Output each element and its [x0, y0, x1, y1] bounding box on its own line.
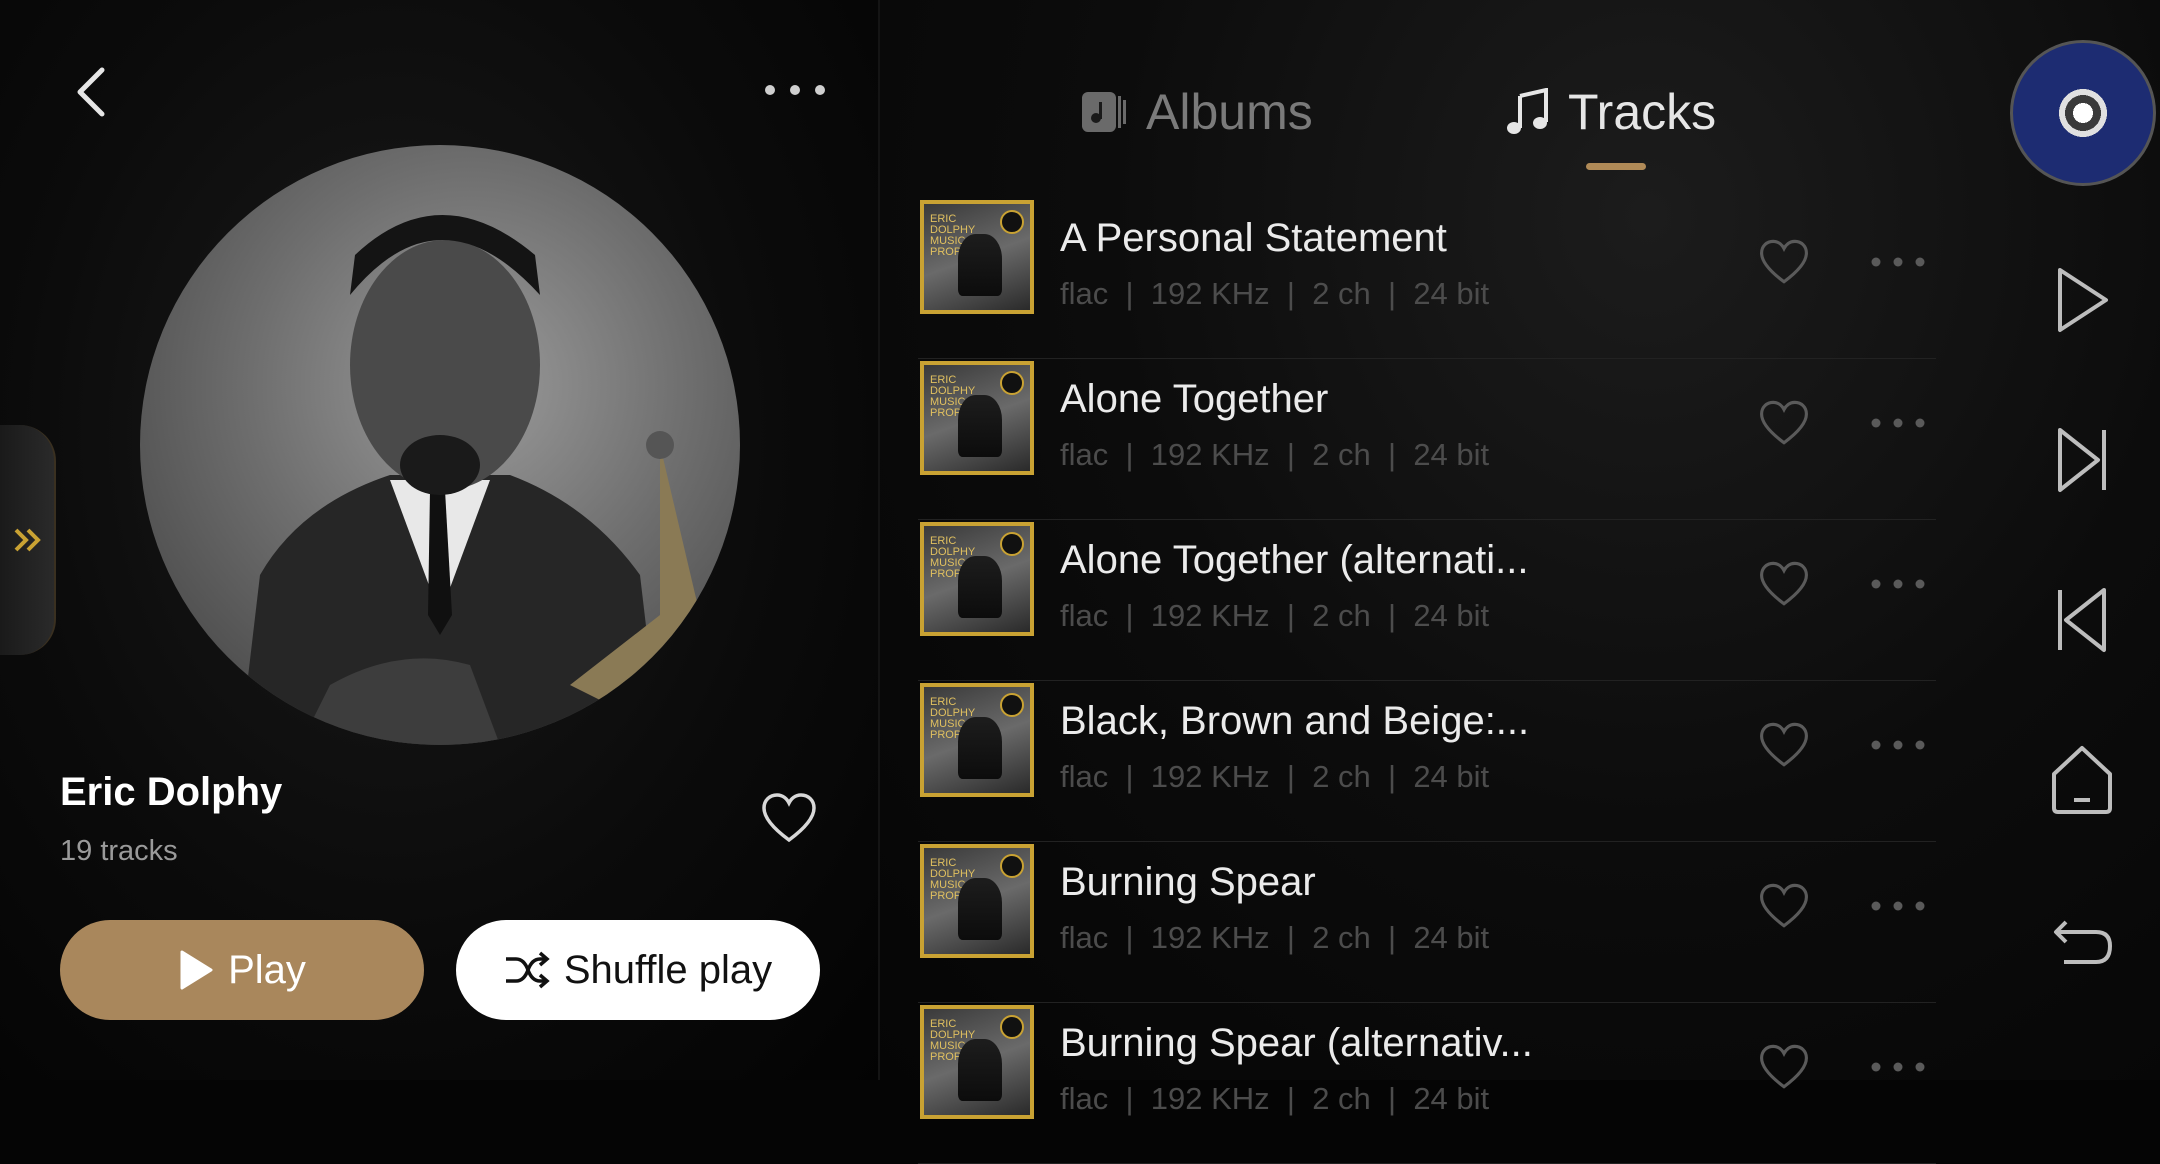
track-meta: flac | 192 KHz | 2 ch | 24 bit [1060, 1081, 1490, 1116]
album-cover-thumbnail: ERIC DOLPHY MUSICAL PROPHET [920, 522, 1034, 636]
more-dots-icon [765, 85, 825, 95]
favorite-track-button[interactable] [1758, 1043, 1810, 1091]
active-tab-indicator [1586, 163, 1646, 170]
track-meta: flac | 192 KHz | 2 ch | 24 bit [1060, 598, 1490, 633]
home-button[interactable] [2050, 740, 2114, 820]
back-button[interactable] [70, 62, 114, 122]
track-row[interactable]: ERIC DOLPHY MUSICAL PROPHET Alone Together … [918, 520, 1936, 681]
more-dots-icon [1871, 257, 1925, 267]
album-cover-thumbnail: ERIC DOLPHY MUSICAL PROPHET [920, 844, 1034, 958]
heart-icon [1760, 883, 1808, 928]
track-list: ERIC DOLPHY MUSICAL PROPHET A Personal Stat… [918, 198, 1936, 1164]
tab-tracks-label: Tracks [1568, 84, 1717, 140]
artist-name: Eric Dolphy [60, 770, 283, 814]
track-meta: flac | 192 KHz | 2 ch | 24 bit [1060, 920, 1490, 955]
previous-track-button[interactable] [2050, 580, 2114, 660]
tab-albums-label: Albums [1146, 84, 1313, 140]
track-meta: flac | 192 KHz | 2 ch | 24 bit [1060, 759, 1490, 794]
track-title: A Personal Statement [1060, 216, 1447, 260]
play-icon [180, 950, 213, 990]
more-options-button[interactable] [760, 70, 830, 110]
heart-icon [1760, 400, 1808, 445]
play-button-label: Play [228, 947, 306, 992]
track-meta: flac | 192 KHz | 2 ch | 24 bit [1060, 276, 1490, 311]
panel-divider [878, 0, 880, 1080]
track-more-button[interactable] [1868, 411, 1928, 435]
back-arrow-icon [77, 67, 105, 117]
now-playing-disc[interactable] [2010, 40, 2156, 186]
return-button[interactable] [2050, 900, 2114, 980]
favorite-track-button[interactable] [1758, 721, 1810, 769]
album-cover-thumbnail: ERIC DOLPHY MUSICAL PROPHET [920, 683, 1034, 797]
heart-icon [1760, 722, 1808, 767]
track-title: Burning Spear [1060, 860, 1316, 904]
track-row[interactable]: ERIC DOLPHY MUSICAL PROPHET Black, Brown an… [918, 681, 1936, 842]
artist-track-count: 19 tracks [60, 835, 178, 867]
more-dots-icon [1871, 901, 1925, 911]
play-control-button[interactable] [2050, 260, 2114, 340]
tab-tracks[interactable]: Tracks [1506, 80, 1716, 144]
heart-icon [762, 793, 816, 843]
artist-photo-illustration [240, 215, 700, 745]
favorite-artist-button[interactable] [760, 792, 818, 844]
favorite-track-button[interactable] [1758, 882, 1810, 930]
more-dots-icon [1871, 579, 1925, 589]
double-chevron-right-icon [14, 528, 41, 552]
track-title: Alone Together [1060, 377, 1329, 421]
track-more-button[interactable] [1868, 894, 1928, 918]
play-button[interactable]: Play [60, 920, 424, 1020]
album-cover-thumbnail: ERIC DOLPHY MUSICAL PROPHET [920, 361, 1034, 475]
return-icon [2054, 920, 2113, 964]
track-more-button[interactable] [1868, 250, 1928, 274]
favorite-track-button[interactable] [1758, 560, 1810, 608]
track-more-button[interactable] [1868, 1055, 1928, 1079]
track-more-button[interactable] [1868, 733, 1928, 757]
home-icon [2052, 746, 2112, 814]
favorite-track-button[interactable] [1758, 399, 1810, 447]
more-dots-icon [1871, 418, 1925, 428]
tab-albums[interactable]: Albums [1080, 80, 1313, 144]
track-row[interactable]: ERIC DOLPHY MUSICAL PROPHET Burning Spear (… [918, 1003, 1936, 1164]
shuffle-play-button[interactable]: Shuffle play [456, 920, 820, 1020]
heart-icon [1760, 561, 1808, 606]
more-dots-icon [1871, 740, 1925, 750]
track-row[interactable]: ERIC DOLPHY MUSICAL PROPHET A Personal Stat… [918, 198, 1936, 359]
shuffle-icon [505, 951, 550, 989]
track-row[interactable]: ERIC DOLPHY MUSICAL PROPHET Alone Together … [918, 359, 1936, 520]
artist-portrait [140, 145, 740, 745]
album-cover-thumbnail: ERIC DOLPHY MUSICAL PROPHET [920, 200, 1034, 314]
next-icon [2058, 428, 2106, 492]
album-icon [1082, 92, 1126, 132]
shuffle-button-label: Shuffle play [563, 947, 773, 992]
track-meta: flac | 192 KHz | 2 ch | 24 bit [1060, 437, 1490, 472]
heart-icon [1760, 1044, 1808, 1089]
track-more-button[interactable] [1868, 572, 1928, 596]
track-row[interactable]: ERIC DOLPHY MUSICAL PROPHET Burning Spear f… [918, 842, 1936, 1003]
more-dots-icon [1871, 1062, 1925, 1072]
previous-icon [2058, 588, 2106, 652]
track-title: Burning Spear (alternativ... [1060, 1021, 1533, 1065]
side-drawer-handle[interactable] [0, 425, 56, 655]
track-title: Black, Brown and Beige:... [1060, 699, 1530, 743]
track-title: Alone Together (alternati... [1060, 538, 1529, 582]
heart-icon [1760, 239, 1808, 284]
album-cover-thumbnail: ERIC DOLPHY MUSICAL PROPHET [920, 1005, 1034, 1119]
play-icon [2058, 268, 2108, 332]
music-note-icon [1507, 88, 1548, 134]
next-track-button[interactable] [2050, 420, 2114, 500]
favorite-track-button[interactable] [1758, 238, 1810, 286]
